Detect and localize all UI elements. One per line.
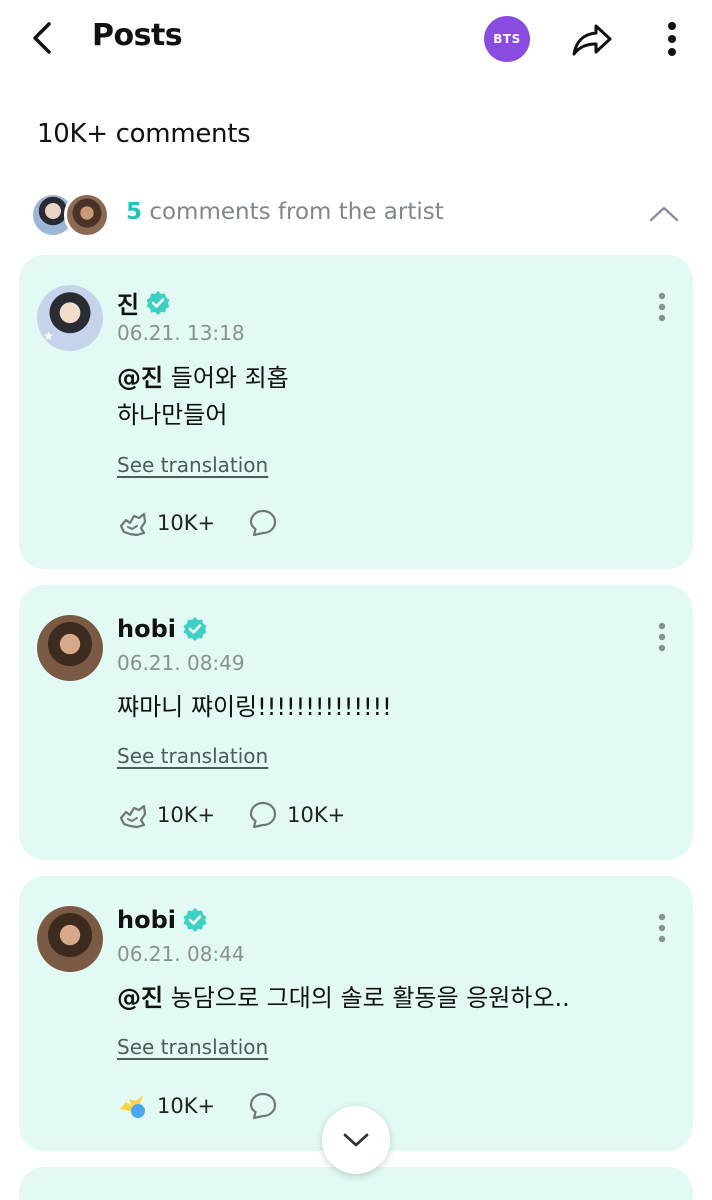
comment-date: 06.21. 13:18	[117, 321, 245, 345]
author-name[interactable]: hobi	[117, 906, 176, 934]
comment-card: hobi 06.21. 08:49 쨔마니 쨔이링!!!!!!!!!!!!!! …	[19, 585, 693, 860]
author-row: hobi	[117, 615, 208, 643]
comment-actions: 10K+	[117, 507, 279, 539]
author-row: 진	[117, 285, 171, 320]
see-translation-link[interactable]: See translation	[117, 744, 268, 768]
like-button[interactable]	[117, 507, 149, 539]
share-button[interactable]	[568, 16, 616, 64]
comment-icon	[249, 801, 277, 829]
like-count: 10K+	[157, 1094, 216, 1118]
avatar[interactable]	[37, 615, 103, 681]
mention[interactable]: @진	[117, 364, 163, 392]
like-button[interactable]	[117, 799, 149, 831]
like-icon	[119, 804, 147, 829]
share-icon	[572, 24, 612, 56]
comment-actions: 10K+ 10K+	[117, 799, 345, 831]
back-button[interactable]	[22, 16, 62, 60]
like-button[interactable]	[117, 1090, 149, 1122]
collapse-button[interactable]	[644, 194, 684, 234]
comment-line: 농담으로 그대의 솔로 활동을 응원하오..	[170, 984, 570, 1012]
comment-date: 06.21. 08:44	[117, 942, 245, 966]
page-title: Posts	[92, 18, 183, 53]
comment-more-button[interactable]	[647, 910, 677, 946]
comment-more-button[interactable]	[647, 289, 677, 325]
comment-actions: 10K+	[117, 1090, 279, 1122]
avatar[interactable]: ★	[37, 285, 103, 351]
author-row: hobi	[117, 906, 208, 934]
chevron-up-icon	[649, 206, 679, 222]
verified-icon	[146, 290, 170, 315]
comment-text: 쨔마니 쨔이링!!!!!!!!!!!!!!	[117, 693, 392, 721]
comment-text: @진 농담으로 그대의 솔로 활동을 응원하오..	[117, 980, 570, 1017]
artist-avatars	[30, 192, 112, 240]
like-count: 10K+	[157, 803, 216, 827]
avatar	[64, 192, 110, 238]
author-name[interactable]: 진	[117, 285, 139, 320]
artist-comments-label: 5 comments from the artist	[126, 199, 444, 225]
chevron-down-icon	[343, 1133, 369, 1147]
artist-comments-count: 5	[126, 199, 143, 225]
comment-card: ★ 진 06.21. 13:18 @진 들어와 죄홉 하나만들어 See tra…	[19, 255, 693, 569]
comment-line: 들어와 죄홉	[170, 364, 289, 392]
reply-button[interactable]	[247, 1090, 279, 1122]
like-count: 10K+	[157, 511, 216, 535]
comment-more-button[interactable]	[647, 619, 677, 655]
more-vertical-icon	[658, 292, 666, 322]
see-translation-link[interactable]: See translation	[117, 453, 268, 477]
more-vertical-icon	[658, 913, 666, 943]
reply-button[interactable]	[247, 799, 279, 831]
reply-button[interactable]	[247, 507, 279, 539]
community-badge[interactable]: BTS	[484, 16, 530, 62]
comments-count: 10K+ comments	[37, 119, 251, 149]
comment-icon	[249, 509, 277, 537]
comment-date: 06.21. 08:49	[117, 651, 245, 675]
more-options-button[interactable]	[654, 16, 690, 62]
author-name[interactable]: hobi	[117, 615, 176, 643]
verified-icon	[183, 908, 207, 932]
verified-icon	[183, 617, 207, 641]
comment-text: @진 들어와 죄홉 하나만들어	[117, 360, 289, 434]
like-icon	[120, 1095, 146, 1118]
comment-icon	[249, 1092, 277, 1120]
like-icon	[119, 512, 147, 537]
see-translation-link[interactable]: See translation	[117, 1035, 268, 1059]
comment-line: 하나만들어	[117, 401, 228, 429]
reply-count: 10K+	[287, 803, 346, 827]
more-vertical-icon	[668, 22, 676, 56]
scroll-down-button[interactable]	[322, 1106, 390, 1174]
more-vertical-icon	[658, 622, 666, 652]
avatar[interactable]	[37, 906, 103, 972]
back-arrow-icon	[33, 22, 51, 54]
artist-comments-toggle[interactable]: 5 comments from the artist	[30, 188, 690, 240]
star-icon: ★	[43, 329, 54, 343]
top-bar: Posts BTS	[0, 0, 712, 80]
mention[interactable]: @진	[117, 984, 163, 1012]
artist-comments-text: comments from the artist	[149, 199, 444, 225]
